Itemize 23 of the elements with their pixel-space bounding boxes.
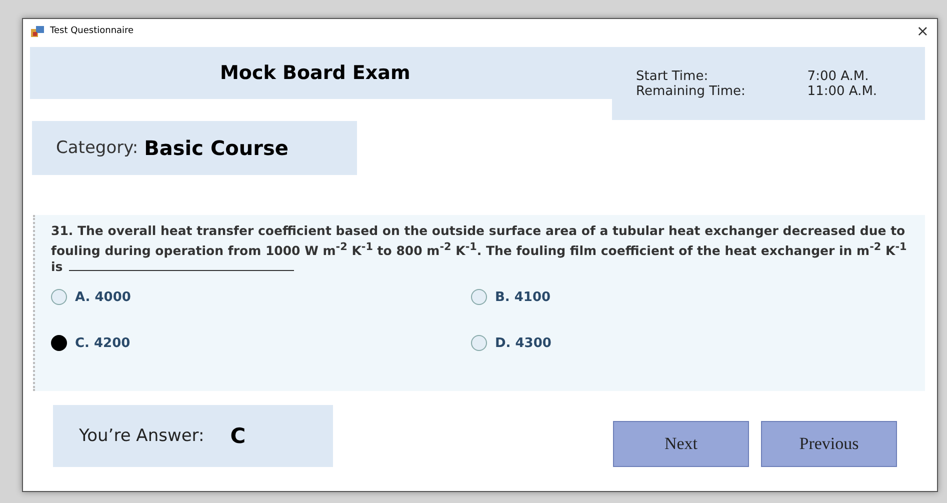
category-label: Category: xyxy=(56,138,138,158)
question-text: 31. The overall heat transfer coefficient based on the outside surface area of a tubular heat exchanger decreased due to fouling during operation from 1000 W m$^{-2}$ K$^{-1}$ to 800 m$^{-2}$ K$^{-1}$. The fouling film coefficient of the heat exchanger in m$^{-2}$ K$^{-1}$ is xyxy=(51,223,908,276)
radio-button[interactable] xyxy=(51,289,67,306)
time-label: Remaining Time: xyxy=(636,84,746,98)
option-label: D. 4300 xyxy=(495,336,552,351)
app-icon xyxy=(31,26,44,36)
option-label: B. 4100 xyxy=(495,290,551,305)
exam-title: Mock Board Exam xyxy=(30,47,612,99)
time-value: 7:00 A.M. xyxy=(807,68,870,84)
window-title: Test Questionnaire xyxy=(50,26,135,36)
time-value: 11:00 A.M. xyxy=(807,84,878,98)
option-label: C. 4200 xyxy=(75,336,130,351)
answer-label: You’re Answer: xyxy=(79,426,204,446)
nav-button[interactable]: Previous xyxy=(761,421,897,467)
close-button[interactable]: × xyxy=(916,22,929,40)
category-value: Basic Course xyxy=(144,136,288,160)
nav-button[interactable]: Next xyxy=(613,421,749,467)
time-label: Start Time: xyxy=(636,68,710,84)
option-label: A. 4000 xyxy=(75,290,131,305)
radio-button[interactable] xyxy=(471,289,487,306)
radio-button[interactable] xyxy=(51,335,67,352)
answer-value: C xyxy=(230,424,246,448)
radio-button[interactable] xyxy=(471,335,487,352)
